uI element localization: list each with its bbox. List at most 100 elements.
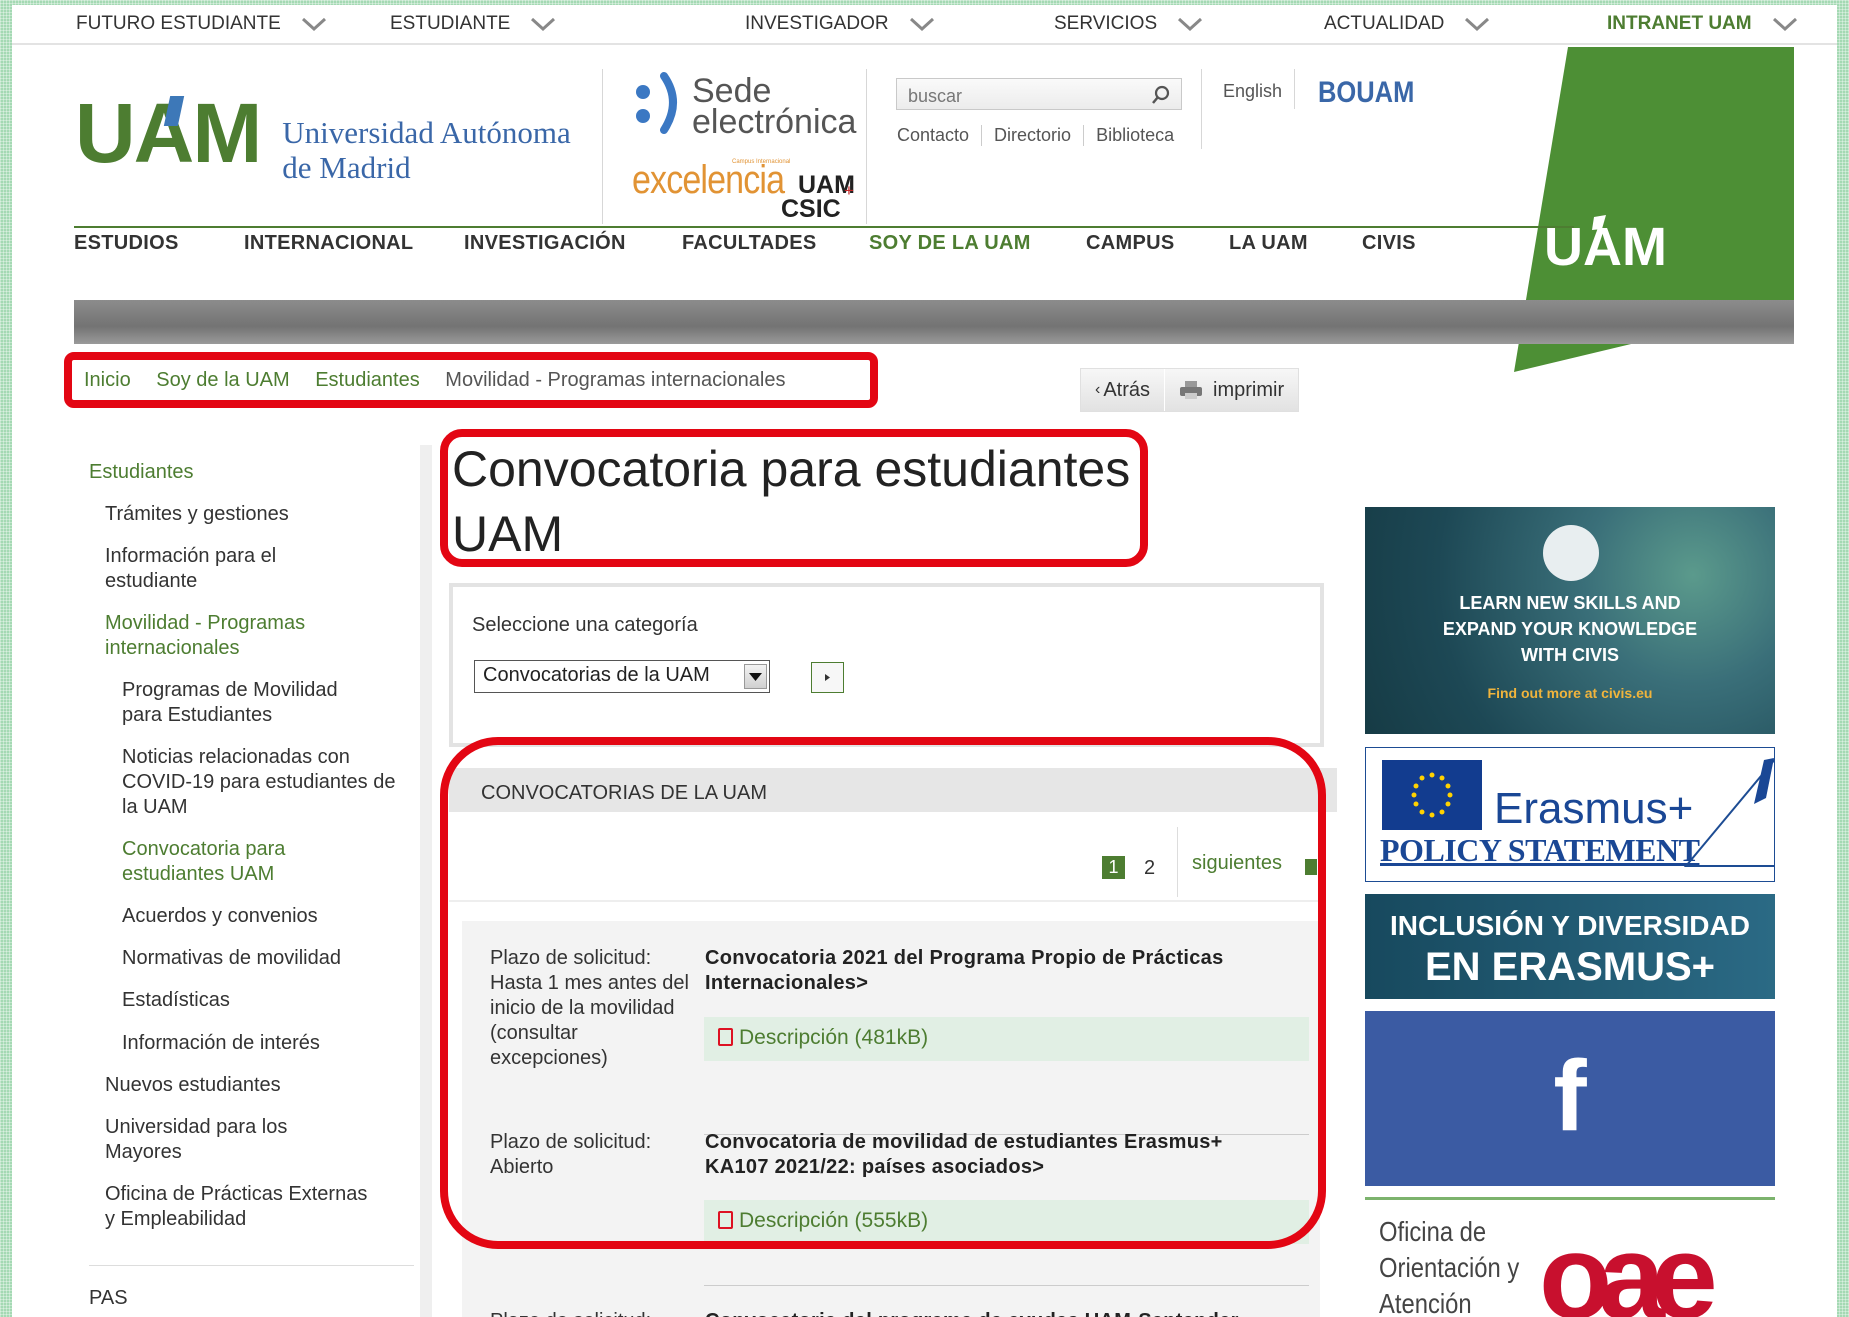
- sidebar-item-universidad-mayores[interactable]: Universidad para los Mayores: [105, 1115, 335, 1165]
- excelencia-csic: CSIC: [781, 195, 841, 223]
- play-arrow-icon: [825, 674, 830, 681]
- sidebar-section-pas[interactable]: PAS: [89, 1286, 128, 1311]
- chevron-down-icon: [1465, 17, 1490, 32]
- sidebar-item-oficina-practicas[interactable]: Oficina de Prácticas Externas y Empleabi…: [105, 1182, 375, 1232]
- civis-banner[interactable]: LEARN NEW SKILLS AND EXPAND YOUR KNOWLED…: [1365, 507, 1775, 734]
- contacto-link[interactable]: Contacto: [897, 125, 981, 146]
- directorio-link[interactable]: Directorio: [981, 125, 1083, 146]
- sidebar-section-title[interactable]: Estudiantes: [89, 460, 194, 485]
- inclusion-line-2: EN ERASMUS+: [1424, 945, 1716, 989]
- svg-text:oae: oae: [1539, 1220, 1714, 1317]
- top-nav-label: FUTURO ESTUDIANTE: [76, 13, 281, 34]
- top-nav-intranet[interactable]: INTRANET UAM: [1607, 13, 1798, 35]
- header-divider: [1201, 69, 1202, 149]
- nav-soy-de-la-uam[interactable]: SOY DE LA UAM: [869, 232, 1031, 255]
- back-arrow-icon: ‹: [1095, 381, 1101, 398]
- excelencia-logo[interactable]: excelencia Campus Internacional UAM CSIC…: [632, 155, 872, 223]
- sidebar-item-acuerdos[interactable]: Acuerdos y convenios: [122, 904, 412, 929]
- sidebar-divider: [89, 1265, 414, 1266]
- erasmus-policy-banner[interactable]: Erasmus+ POLICY STATEMENT: [1365, 747, 1775, 882]
- globe-icon: [1543, 525, 1599, 581]
- dropdown-arrow-icon[interactable]: [744, 664, 767, 689]
- call-divider: [704, 1285, 1309, 1286]
- biblioteca-link[interactable]: Biblioteca: [1083, 125, 1186, 146]
- sidebar-item-convocatoria[interactable]: Convocatoria para estudiantes UAM: [122, 837, 342, 887]
- top-nav: FUTURO ESTUDIANTE ESTUDIANTE INVESTIGADO…: [12, 5, 1837, 45]
- header-banner-bar: [74, 300, 1794, 344]
- category-go-button[interactable]: [811, 662, 844, 693]
- search-icon[interactable]: [1151, 85, 1171, 105]
- search-input[interactable]: buscar: [908, 86, 962, 107]
- sidebar-item-programas-movilidad[interactable]: Programas de Movilidad para Estudiantes: [122, 678, 382, 728]
- sidebar: Estudiantes Trámites y gestiones Informa…: [74, 445, 432, 1317]
- nav-estudios[interactable]: ESTUDIOS: [74, 232, 179, 255]
- inclusion-banner[interactable]: INCLUSIÓN Y DIVERSIDAD EN ERASMUS+: [1365, 894, 1775, 999]
- call-title-link[interactable]: Convocatoria del programa de ayudas UAM-…: [705, 1309, 1285, 1317]
- facebook-icon: f: [1553, 1040, 1587, 1152]
- category-filter: Seleccione una categoría Convocatorias d…: [449, 583, 1324, 747]
- top-nav-estudiante[interactable]: ESTUDIANTE: [390, 13, 556, 35]
- english-link[interactable]: English: [1223, 81, 1282, 102]
- quick-links: Contacto Directorio Biblioteca: [897, 125, 1186, 146]
- breadcrumb-highlight: [64, 352, 878, 408]
- category-label: Seleccione una categoría: [472, 614, 698, 636]
- eu-flag-icon: [1382, 760, 1482, 830]
- inclusion-line-1: INCLUSIÓN Y DIVERSIDAD: [1390, 910, 1750, 941]
- oae-rule: [1365, 1197, 1775, 1200]
- nav-facultades[interactable]: FACULTADES: [682, 232, 816, 255]
- printer-icon: [1180, 381, 1203, 399]
- sidebar-item-normativas[interactable]: Normativas de movilidad: [122, 946, 412, 971]
- facebook-banner[interactable]: f: [1365, 1011, 1775, 1186]
- page: FUTURO ESTUDIANTE ESTUDIANTE INVESTIGADO…: [12, 5, 1837, 1317]
- sidebar-item-nuevos-estudiantes[interactable]: Nuevos estudiantes: [105, 1073, 405, 1098]
- category-select[interactable]: Convocatorias de la UAM: [474, 660, 770, 693]
- sidebar-item-informacion[interactable]: Información para el estudiante: [105, 544, 335, 594]
- oae-text: Oficina de Orientación y Atención: [1379, 1216, 1520, 1317]
- plus-icon: +: [844, 181, 854, 200]
- back-label: Atrás: [1103, 378, 1151, 401]
- print-label: imprimir: [1213, 378, 1285, 401]
- nav-internacional[interactable]: INTERNACIONAL: [244, 232, 413, 255]
- oae-logo: oae: [1539, 1220, 1728, 1317]
- bouam-link[interactable]: BOUAM: [1318, 76, 1414, 110]
- top-nav-label: INTRANET UAM: [1607, 13, 1752, 34]
- top-nav-actualidad[interactable]: ACTUALIDAD: [1324, 13, 1490, 35]
- chevron-down-icon: [1772, 17, 1797, 32]
- nav-top-rule: [74, 226, 1574, 228]
- chevron-down-icon: [301, 17, 326, 32]
- top-nav-servicios[interactable]: SERVICIOS: [1054, 13, 1203, 35]
- top-nav-label: SERVICIOS: [1054, 13, 1158, 34]
- chevron-down-icon: [1178, 17, 1203, 32]
- header-divider: [1294, 69, 1295, 109]
- nav-investigacion[interactable]: INVESTIGACIÓN: [464, 232, 626, 255]
- top-nav-label: INVESTIGADOR: [745, 13, 889, 34]
- sidebar-item-informacion-interes[interactable]: Información de interés: [122, 1031, 412, 1056]
- policy-statement-text: POLICY STATEMENT: [1380, 832, 1700, 868]
- nav-la-uam[interactable]: LA UAM: [1229, 232, 1308, 255]
- top-nav-label: ACTUALIDAD: [1324, 13, 1445, 34]
- back-button[interactable]: ‹ Atrás: [1081, 369, 1164, 411]
- civis-banner-link: Find out more at civis.eu: [1487, 685, 1653, 701]
- search-box[interactable]: buscar: [896, 78, 1182, 110]
- sidebar-item-tramites[interactable]: Trámites y gestiones: [105, 502, 405, 527]
- category-selected-value: Convocatorias de la UAM: [483, 664, 710, 686]
- top-nav-label: ESTUDIANTE: [390, 13, 511, 34]
- sidebar-item-movilidad[interactable]: Movilidad - Programas internacionales: [105, 611, 345, 661]
- print-button[interactable]: imprimir: [1164, 369, 1298, 411]
- top-nav-futuro-estudiante[interactable]: FUTURO ESTUDIANTE: [76, 13, 327, 35]
- erasmus-swoosh-icon: [1683, 758, 1774, 867]
- top-nav-investigador[interactable]: INVESTIGADOR: [745, 13, 935, 35]
- sidebar-item-noticias-covid[interactable]: Noticias relacionadas con COVID-19 para …: [122, 745, 412, 820]
- erasmus-text: Erasmus+: [1494, 784, 1694, 833]
- page-tools: ‹ Atrás imprimir: [1080, 368, 1300, 412]
- civis-banner-text: LEARN NEW SKILLS AND EXPAND YOUR KNOWLED…: [1442, 593, 1698, 665]
- sidebar-item-estadisticas[interactable]: Estadísticas: [122, 988, 412, 1013]
- call-deadline: Plazo de solicitud:: [490, 1309, 695, 1317]
- nav-campus[interactable]: CAMPUS: [1086, 232, 1174, 255]
- chevron-down-icon: [909, 17, 934, 32]
- oae-banner[interactable]: Oficina de Orientación y Atención oae: [1365, 1210, 1775, 1317]
- nav-civis[interactable]: CIVIS: [1362, 232, 1416, 255]
- sede-colon-icon: [636, 72, 677, 134]
- uam-logo[interactable]: UAM Universidad Autónoma de Madrid: [75, 88, 571, 188]
- uam-logo-mark: UAM: [75, 86, 262, 180]
